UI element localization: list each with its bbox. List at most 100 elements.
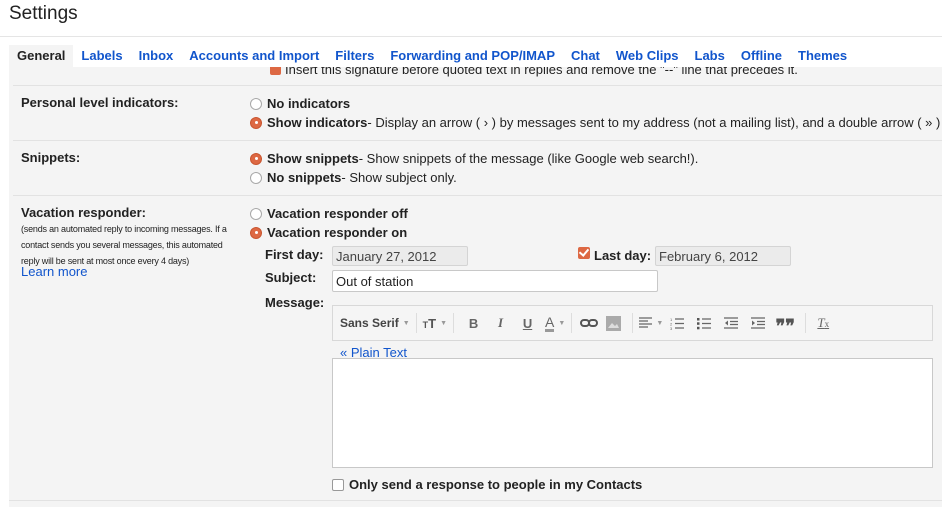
tab-accounts-and-import[interactable]: Accounts and Import — [181, 45, 327, 67]
show-indicators-radio[interactable] — [250, 116, 262, 129]
vacation-description: (sends an automated reply to incoming me… — [21, 224, 227, 266]
show-indicators-title: Show indicators — [267, 115, 368, 130]
message-label: Message: — [265, 295, 325, 310]
indent-less-button[interactable] — [717, 313, 744, 333]
vacation-off-title: Vacation responder off — [267, 206, 408, 221]
snippets-label: Snippets: — [21, 150, 81, 165]
underline-icon: U — [522, 315, 533, 331]
no-snippets-desc: - Show subject only. — [341, 170, 457, 185]
bulleted-list-button[interactable] — [691, 313, 717, 333]
learn-more-link[interactable]: Learn more — [21, 264, 87, 279]
text-color-button[interactable]: A ▼ — [545, 313, 565, 333]
contacts-only-checkbox[interactable] — [332, 478, 344, 491]
no-snippets-radio[interactable] — [250, 171, 262, 184]
bold-button[interactable]: B — [460, 313, 487, 333]
svg-text:3: 3 — [670, 326, 673, 330]
show-snippets-radio[interactable] — [250, 152, 262, 165]
vacation-off-radio[interactable] — [250, 207, 262, 220]
remove-formatting-icon: Tx — [817, 315, 830, 330]
align-button[interactable]: ▼ — [639, 313, 663, 333]
settings-panel: General Labels Inbox Accounts and Import… — [9, 45, 942, 507]
vacation-on-title: Vacation responder on — [267, 225, 408, 240]
tab-inbox[interactable]: Inbox — [131, 45, 182, 67]
tab-themes[interactable]: Themes — [790, 45, 855, 67]
section-divider — [9, 500, 942, 501]
numbered-list-icon: 123 — [670, 317, 685, 330]
link-button[interactable] — [578, 313, 600, 333]
indent-less-icon — [723, 317, 738, 329]
vacation-on-option[interactable]: Vacation responder on — [250, 223, 408, 242]
bold-icon: B — [468, 315, 479, 331]
text-color-icon: A — [545, 313, 555, 332]
last-day-input[interactable] — [655, 246, 791, 266]
chevron-down-icon: ▼ — [656, 319, 664, 327]
subject-input[interactable] — [332, 270, 658, 292]
show-indicators-option[interactable]: Show indicators - Display an arrow ( › )… — [250, 113, 940, 132]
personal-indicators-label: Personal level indicators: — [21, 95, 179, 110]
italic-button[interactable]: I — [487, 313, 514, 333]
toolbar-divider — [415, 313, 417, 333]
last-day-label: Last day: — [594, 248, 652, 263]
toolbar-divider — [571, 313, 573, 333]
show-snippets-option[interactable]: Show snippets - Show snippets of the mes… — [250, 149, 698, 168]
show-snippets-title: Show snippets — [267, 151, 359, 166]
link-icon — [580, 319, 599, 327]
page-title: Settings — [9, 3, 78, 24]
personal-indicators-options: No indicators Show indicators - Display … — [250, 94, 940, 132]
font-size-button[interactable]: TT ▼ — [423, 313, 447, 333]
image-icon — [605, 315, 621, 331]
chevron-down-icon: ▼ — [440, 319, 448, 327]
italic-icon: I — [498, 315, 504, 330]
subject-label: Subject: — [265, 270, 317, 285]
tab-filters[interactable]: Filters — [327, 45, 382, 67]
bulleted-list-icon — [697, 317, 712, 329]
tab-offline[interactable]: Offline — [733, 45, 790, 67]
personal-indicators-row: Personal level indicators: No indicators… — [13, 85, 942, 140]
font-size-icon: TT — [422, 315, 437, 331]
tab-labels[interactable]: Labels — [73, 45, 130, 67]
vacation-label: Vacation responder: — [21, 205, 146, 220]
indent-more-icon — [750, 317, 765, 329]
toolbar-divider — [805, 313, 807, 333]
settings-tabs: General Labels Inbox Accounts and Import… — [9, 45, 942, 67]
first-day-label: First day: — [265, 247, 324, 262]
show-indicators-desc: - Display an arrow ( › ) by messages sen… — [367, 115, 941, 130]
toolbar-divider — [632, 313, 634, 333]
tab-general[interactable]: General — [9, 45, 74, 67]
vacation-off-option[interactable]: Vacation responder off — [250, 204, 408, 223]
tab-web-clips[interactable]: Web Clips — [608, 45, 687, 67]
message-editor[interactable] — [332, 358, 933, 468]
quote-icon: ❞❞ — [775, 316, 795, 336]
font-family-select[interactable]: Sans Serif ▼ — [340, 313, 410, 333]
last-day-checkbox[interactable] — [578, 247, 590, 259]
snippets-options: Show snippets - Show snippets of the mes… — [250, 149, 698, 187]
show-snippets-desc: - Show snippets of the message (like Goo… — [358, 151, 699, 166]
underline-button[interactable]: U — [514, 313, 541, 333]
no-snippets-title: No snippets — [267, 170, 342, 185]
title-divider — [0, 36, 942, 37]
chevron-down-icon: ▼ — [402, 319, 410, 327]
vacation-on-radio[interactable] — [250, 226, 262, 239]
tab-forwarding[interactable]: Forwarding and POP/IMAP — [382, 45, 563, 67]
tab-chat[interactable]: Chat — [563, 45, 608, 67]
toolbar-divider — [453, 313, 455, 333]
no-snippets-option[interactable]: No snippets - Show subject only. — [250, 168, 698, 187]
no-indicators-option[interactable]: No indicators — [250, 94, 940, 113]
indent-more-button[interactable] — [744, 313, 771, 333]
no-indicators-title: No indicators — [267, 96, 351, 111]
tab-labs[interactable]: Labs — [687, 45, 733, 67]
first-day-input[interactable] — [332, 246, 468, 266]
contacts-only-label: Only send a response to people in my Con… — [349, 477, 643, 492]
font-family-value: Sans Serif — [340, 316, 399, 330]
snippets-row: Snippets: Show snippets - Show snippets … — [13, 140, 942, 195]
remove-formatting-button[interactable]: Tx — [812, 313, 834, 333]
align-icon — [639, 317, 653, 328]
image-button[interactable] — [600, 313, 626, 333]
formatting-toolbar: Sans Serif ▼ TT ▼ B I U A ▼ ▼ 123 ❞❞ Tx — [332, 305, 933, 341]
no-indicators-radio[interactable] — [250, 97, 262, 110]
vacation-options: Vacation responder off Vacation responde… — [250, 204, 408, 242]
chevron-down-icon: ▼ — [558, 319, 566, 327]
contacts-only-option[interactable]: Only send a response to people in my Con… — [332, 477, 642, 492]
numbered-list-button[interactable]: 123 — [663, 313, 691, 333]
quote-button[interactable]: ❞❞ — [771, 313, 799, 336]
